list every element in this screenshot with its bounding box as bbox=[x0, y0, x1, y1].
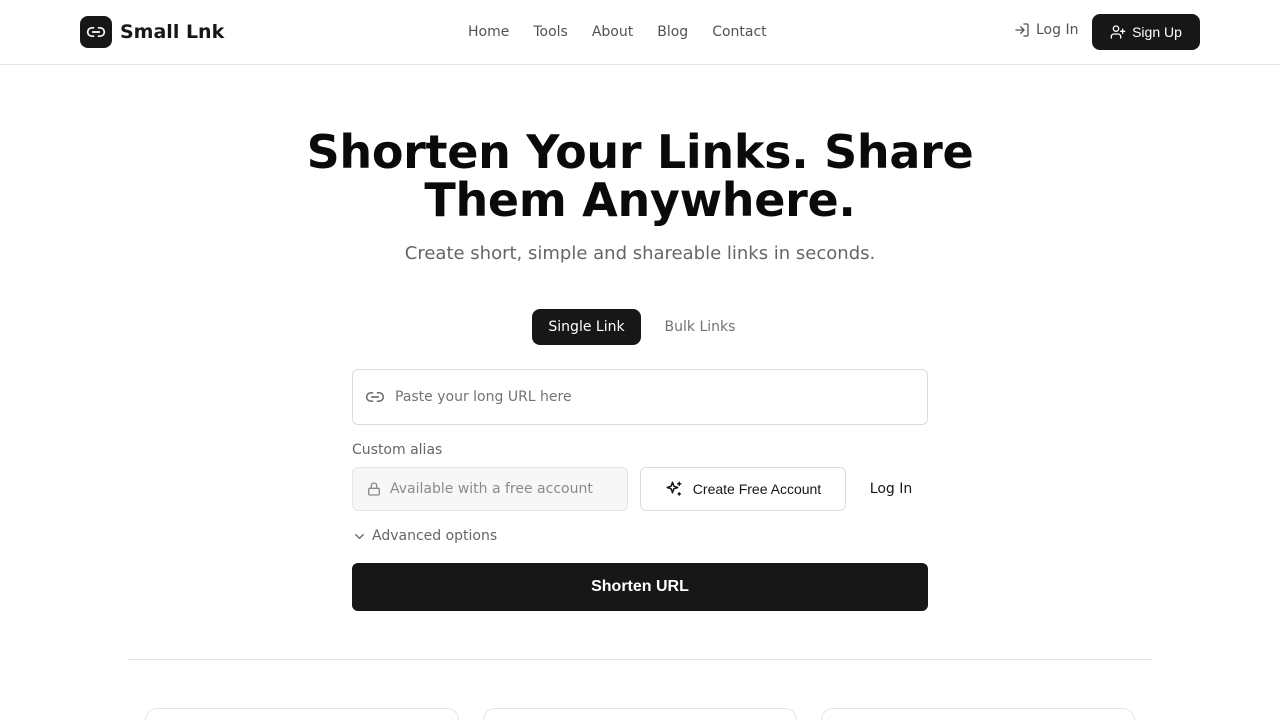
feature-card bbox=[821, 708, 1135, 720]
user-plus-icon bbox=[1110, 24, 1126, 40]
lock-icon bbox=[366, 481, 382, 497]
main-nav: Home Tools About Blog Contact bbox=[456, 21, 779, 43]
advanced-options-label: Advanced options bbox=[372, 528, 498, 544]
nav-about[interactable]: About bbox=[580, 24, 645, 40]
hero-title: Shorten Your Links. Share Them Anywhere. bbox=[240, 128, 1040, 224]
link-icon bbox=[80, 16, 112, 48]
alias-login-button[interactable]: Log In bbox=[858, 467, 924, 511]
advanced-options-toggle[interactable]: Advanced options bbox=[352, 528, 497, 544]
brand-name: Small Lnk bbox=[120, 21, 225, 43]
signup-label: Sign Up bbox=[1132, 24, 1182, 40]
url-input-placeholder: Paste your long URL here bbox=[395, 389, 572, 405]
brand[interactable]: Small Lnk bbox=[80, 16, 224, 48]
hero-subtitle: Create short, simple and shareable links… bbox=[404, 243, 876, 264]
tab-single-link[interactable]: Single Link bbox=[532, 309, 641, 345]
create-free-account-label: Create Free Account bbox=[692, 481, 822, 497]
link-mode-tabs: Single Link Bulk Links bbox=[532, 309, 755, 345]
site-header: Small Lnk Home Tools About Blog Contact … bbox=[0, 0, 1280, 65]
shorten-url-button[interactable]: Shorten URL bbox=[352, 563, 928, 611]
link-icon bbox=[365, 387, 385, 407]
alias-input[interactable]: Available with a free account bbox=[352, 467, 628, 511]
alias-input-placeholder: Available with a free account bbox=[390, 481, 593, 497]
header-login-label: Log In bbox=[1036, 22, 1079, 38]
create-free-account-button[interactable]: Create Free Account bbox=[640, 467, 846, 511]
nav-home[interactable]: Home bbox=[456, 24, 521, 40]
header-login-link[interactable]: Log In bbox=[1014, 22, 1078, 38]
signup-button[interactable]: Sign Up bbox=[1092, 14, 1200, 50]
nav-contact[interactable]: Contact bbox=[700, 24, 778, 40]
alias-label: Custom alias bbox=[352, 442, 443, 458]
hero-title-line2: Them Anywhere. bbox=[424, 173, 856, 227]
chevron-down-icon bbox=[352, 529, 367, 544]
tab-bulk-links[interactable]: Bulk Links bbox=[645, 309, 755, 345]
nav-tools[interactable]: Tools bbox=[521, 24, 580, 40]
nav-blog[interactable]: Blog bbox=[645, 24, 700, 40]
feature-card bbox=[145, 708, 459, 720]
sparkles-icon bbox=[665, 480, 683, 498]
log-in-icon bbox=[1014, 22, 1030, 38]
feature-card bbox=[483, 708, 797, 720]
section-divider bbox=[128, 659, 1152, 660]
hero-title-line1: Shorten Your Links. Share bbox=[306, 125, 974, 179]
url-input[interactable]: Paste your long URL here bbox=[352, 369, 928, 425]
